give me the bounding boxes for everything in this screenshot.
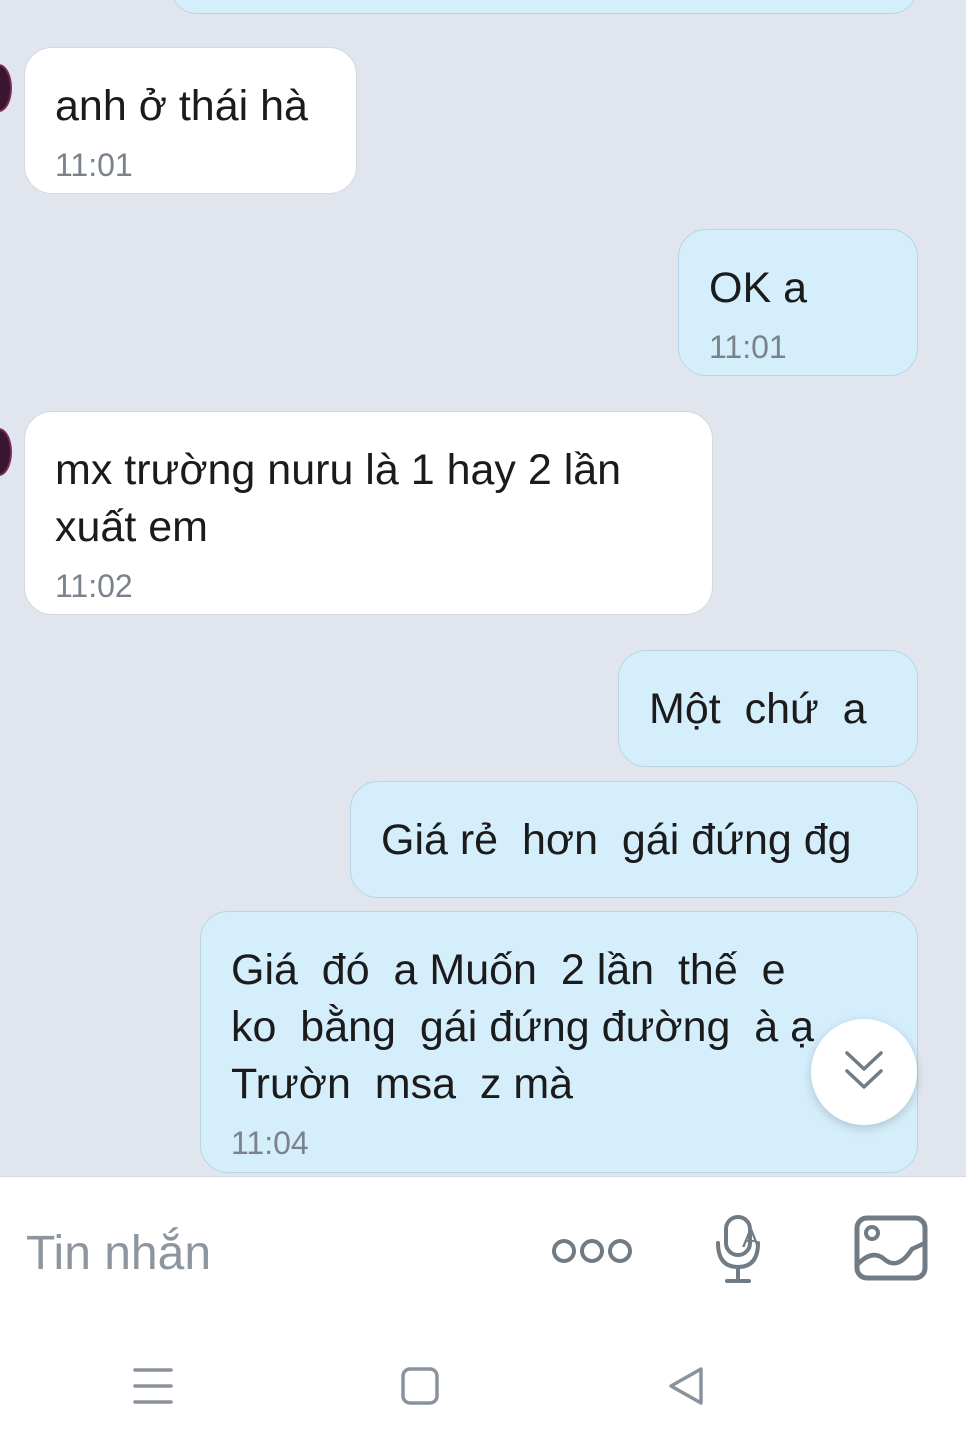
message-list[interactable]: anh ở thái hà 11:01 OK a 11:01 mx trường…: [0, 0, 966, 1176]
image-button[interactable]: [854, 1215, 928, 1281]
recent-apps-icon: [133, 1368, 173, 1404]
previous-message-bubble: [170, 0, 918, 14]
message-composer: A: [0, 1176, 966, 1327]
message-input[interactable]: [26, 1225, 506, 1281]
scroll-to-bottom-button[interactable]: [811, 1019, 917, 1125]
voice-to-text-icon: A: [716, 1215, 760, 1283]
message-text: Một chứ a: [649, 685, 867, 733]
message-bubble-outgoing[interactable]: Giá rẻ hơn gái đứng đg: [350, 781, 918, 898]
message-text: Giá rẻ hơn gái đứng đg: [381, 816, 852, 864]
recent-apps-button[interactable]: [132, 1366, 174, 1406]
chevron-double-down-icon: [845, 1051, 883, 1089]
message-text: anh ở thái hà: [55, 82, 308, 130]
message-bubble-outgoing[interactable]: Một chứ a: [618, 650, 918, 767]
system-navigation-bar: [0, 1326, 966, 1452]
svg-text:A: A: [742, 1223, 760, 1253]
sender-avatar[interactable]: [0, 428, 12, 476]
sender-avatar[interactable]: [0, 64, 12, 112]
message-bubble-outgoing[interactable]: Giá đó a Muốn 2 lần thế e ko bằng gái đứ…: [200, 911, 918, 1173]
message-bubble-incoming[interactable]: anh ở thái hà 11:01: [24, 47, 357, 194]
message-bubble-outgoing[interactable]: OK a 11:01: [678, 229, 918, 376]
more-button[interactable]: [546, 1229, 638, 1273]
back-icon: [669, 1367, 703, 1405]
more-icon: [552, 1239, 632, 1263]
message-text: Giá đó a Muốn 2 lần thế e ko bằng gái đứ…: [231, 946, 815, 1108]
home-button[interactable]: [400, 1366, 440, 1406]
image-icon: [854, 1215, 928, 1281]
message-bubble-incoming[interactable]: mx trường nuru là 1 hay 2 lần xuất em 11…: [24, 411, 713, 615]
message-text: OK a: [709, 264, 807, 312]
message-time: 11:04: [231, 1125, 309, 1161]
message-text: mx trường nuru là 1 hay 2 lần xuất em: [55, 446, 622, 551]
message-time: 11:01: [55, 147, 133, 183]
message-time: 11:02: [55, 568, 133, 604]
voice-to-text-button[interactable]: A: [712, 1213, 772, 1287]
message-time: 11:01: [709, 329, 787, 365]
back-button[interactable]: [666, 1365, 706, 1407]
home-icon: [401, 1367, 439, 1405]
